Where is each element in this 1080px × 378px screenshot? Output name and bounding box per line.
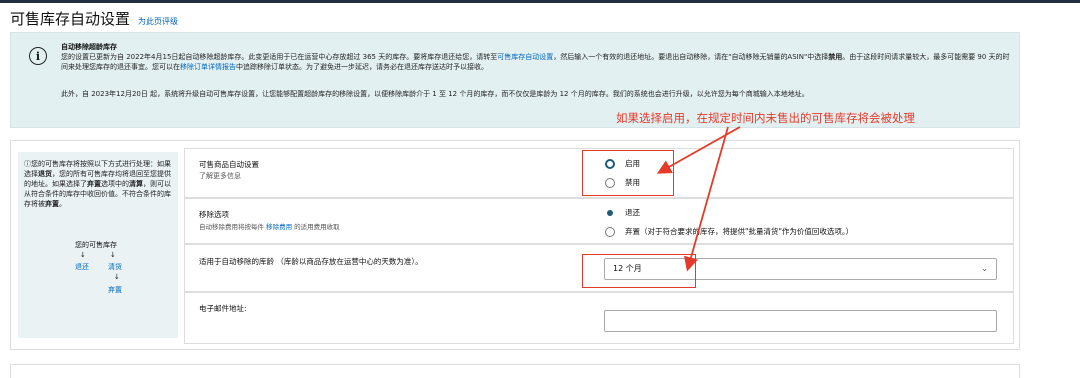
arrow-to-age (684, 126, 729, 272)
arrow-to-radio (656, 126, 741, 174)
annotation-arrows (656, 126, 741, 272)
